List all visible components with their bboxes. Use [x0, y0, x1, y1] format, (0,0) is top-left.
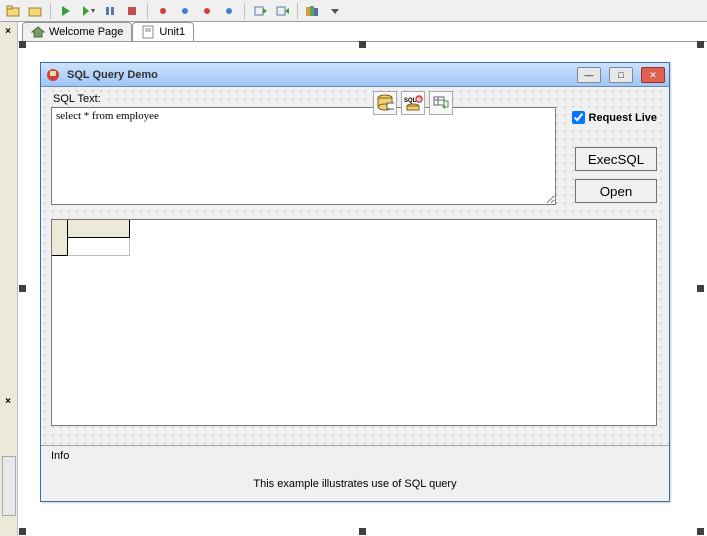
- grid-cell[interactable]: [68, 238, 130, 256]
- svg-text:?: ?: [417, 97, 421, 104]
- window-title: SQL Query Demo: [67, 69, 569, 81]
- grid-row-header: [52, 220, 68, 256]
- gutter-scrollbar[interactable]: [2, 456, 16, 516]
- play-icon[interactable]: [57, 2, 75, 20]
- form-designer[interactable]: SQL Query Demo — □ ✕ SQL Text: SQL?: [22, 44, 701, 532]
- left-gutter: × ×: [0, 22, 18, 536]
- home-icon: [31, 25, 45, 39]
- request-live-checkbox[interactable]: Request Live: [572, 111, 657, 124]
- unit-icon: [141, 25, 155, 39]
- info-panel: Info This example illustrates use of SQL…: [41, 445, 669, 501]
- folder2-icon[interactable]: [26, 2, 44, 20]
- form-body: SQL Text: SQL? Request Live ExecSQL Open: [41, 87, 669, 501]
- svg-text:SQL: SQL: [404, 98, 417, 104]
- tab-welcome-page[interactable]: Welcome Page: [22, 22, 132, 41]
- close-button[interactable]: ✕: [641, 67, 665, 83]
- trace3-icon[interactable]: [198, 2, 216, 20]
- play-dropdown-icon[interactable]: [79, 2, 97, 20]
- request-live-label: Request Live: [589, 112, 657, 124]
- trace4-icon[interactable]: [220, 2, 238, 20]
- titlebar[interactable]: SQL Query Demo — □ ✕: [41, 63, 669, 87]
- request-live-input[interactable]: [572, 111, 585, 124]
- exec-sql-button[interactable]: ExecSQL: [575, 147, 657, 171]
- tab-unit1[interactable]: Unit1: [132, 22, 194, 41]
- books-icon[interactable]: [304, 2, 322, 20]
- datasource-component-icon[interactable]: [429, 91, 453, 115]
- sql-text-input[interactable]: [51, 107, 556, 205]
- gutter-close-icon[interactable]: ×: [2, 26, 14, 38]
- tab-label: Unit1: [159, 26, 185, 38]
- step-icon[interactable]: [251, 2, 269, 20]
- gutter-close2-icon[interactable]: ×: [2, 396, 14, 408]
- tab-label: Welcome Page: [49, 26, 123, 38]
- provider-component-icon[interactable]: [373, 91, 397, 115]
- tab-strip: Welcome Page Unit1: [18, 22, 707, 42]
- trace-icon[interactable]: [154, 2, 172, 20]
- db-grid[interactable]: [51, 219, 657, 426]
- grid-column-header[interactable]: [68, 220, 130, 238]
- trace2-icon[interactable]: [176, 2, 194, 20]
- pause-icon[interactable]: [101, 2, 119, 20]
- dropdown-icon[interactable]: [326, 2, 344, 20]
- info-text: This example illustrates use of SQL quer…: [51, 478, 659, 490]
- minimize-button[interactable]: —: [577, 67, 601, 83]
- sql-text-label: SQL Text:: [51, 93, 103, 105]
- info-label: Info: [51, 450, 659, 462]
- folder-icon[interactable]: [4, 2, 22, 20]
- step2-icon[interactable]: [273, 2, 291, 20]
- maximize-button[interactable]: □: [609, 67, 633, 83]
- form-window[interactable]: SQL Query Demo — □ ✕ SQL Text: SQL?: [40, 62, 670, 502]
- main-toolbar: [0, 0, 707, 22]
- app-icon: [45, 67, 61, 83]
- stop-icon[interactable]: [123, 2, 141, 20]
- open-button[interactable]: Open: [575, 179, 657, 203]
- query-component-icon[interactable]: SQL?: [401, 91, 425, 115]
